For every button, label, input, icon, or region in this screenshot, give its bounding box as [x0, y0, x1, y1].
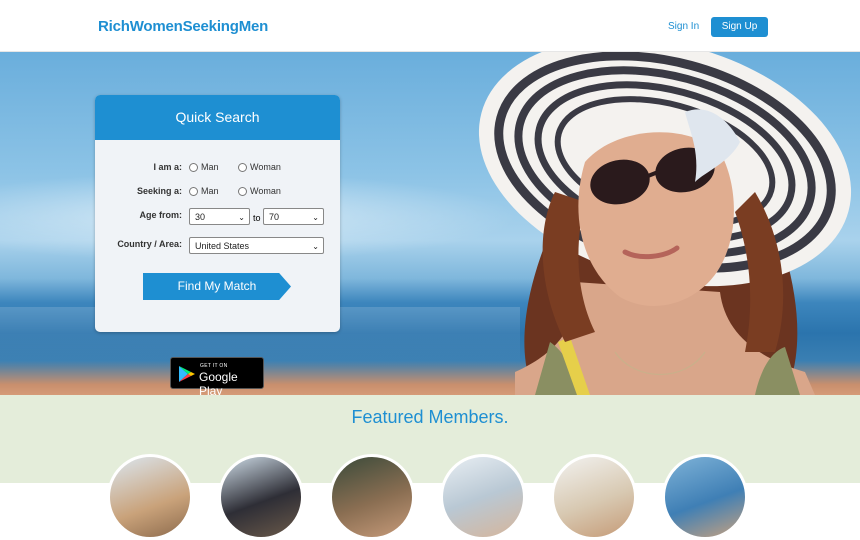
site-header: RichWomenSeekingMen Sign In Sign Up [0, 0, 860, 52]
member-avatar[interactable] [107, 454, 193, 540]
google-play-small-text: GET IT ON [200, 363, 228, 369]
iam-woman-radio[interactable]: Woman [238, 162, 281, 172]
iam-label: I am a: [153, 162, 182, 172]
iam-man-radio[interactable]: Man [189, 162, 219, 172]
country-select[interactable]: United States ⌄ [189, 237, 324, 254]
age-label: Age from: [139, 210, 183, 220]
member-avatar[interactable] [218, 454, 304, 540]
quick-search-panel: Quick Search I am a: Man Woman Seeking a… [95, 95, 340, 332]
google-play-badge[interactable]: GET IT ON Google Play [170, 357, 264, 398]
find-my-match-button[interactable]: Find My Match [143, 273, 291, 300]
age-to-select[interactable]: 70 ⌄ [263, 208, 324, 225]
featured-title: Featured Members. [351, 407, 509, 427]
member-avatar[interactable] [440, 454, 526, 540]
seeking-label: Seeking a: [136, 186, 182, 196]
age-from-select[interactable]: 30 ⌄ [189, 208, 250, 225]
seeking-woman-radio[interactable]: Woman [238, 186, 281, 196]
seeking-man-radio[interactable]: Man [189, 186, 219, 196]
site-logo[interactable]: RichWomenSeekingMen [98, 18, 268, 35]
chevron-down-icon: ⌄ [238, 213, 245, 222]
sign-in-link[interactable]: Sign In [668, 21, 699, 32]
featured-members-section: Featured Members. [0, 395, 860, 540]
chevron-down-icon: ⌄ [312, 242, 319, 251]
country-label: Country / Area: [117, 239, 182, 249]
hero-woman-image [455, 52, 860, 395]
age-to-text: to [253, 213, 261, 223]
google-play-text: Google Play [199, 370, 238, 398]
member-avatar[interactable] [662, 454, 748, 540]
sign-up-button[interactable]: Sign Up [711, 17, 768, 37]
member-avatar[interactable] [329, 454, 415, 540]
quick-search-title: Quick Search [95, 95, 340, 140]
chevron-down-icon: ⌄ [312, 213, 319, 222]
member-avatar[interactable] [551, 454, 637, 540]
google-play-icon [179, 366, 195, 382]
